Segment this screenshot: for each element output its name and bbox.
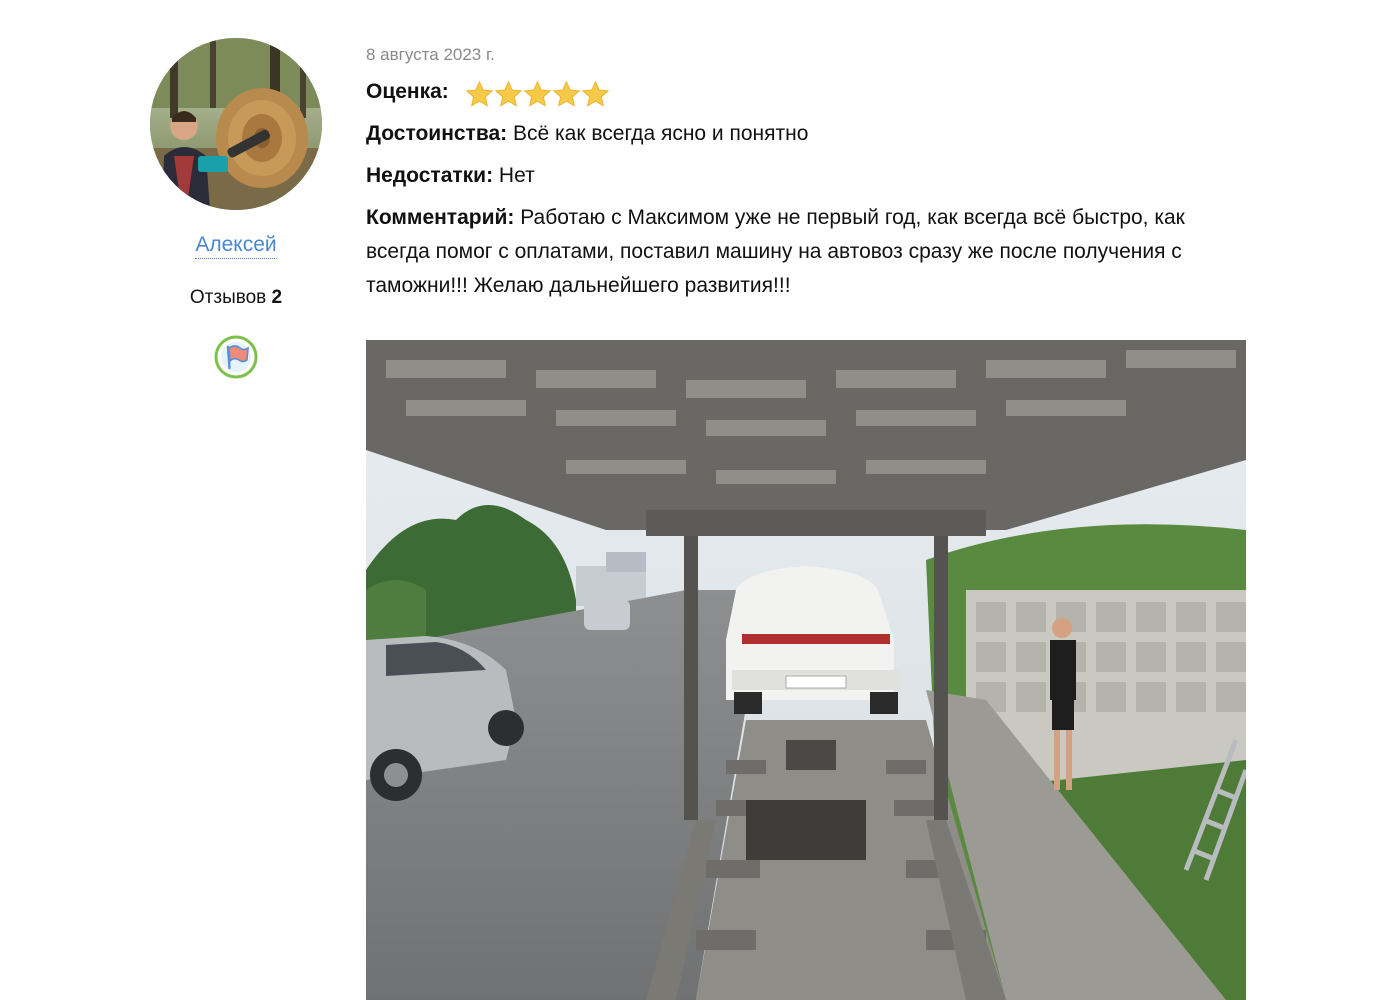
- author-panel: Алексей Отзывов 2: [150, 38, 322, 379]
- avatar-photo: [150, 38, 322, 210]
- comment-row: Комментарий: Работаю с Максимом уже не п…: [366, 201, 1236, 303]
- disadvantages-row: Недостатки: Нет: [366, 159, 1246, 193]
- author-name-link[interactable]: Алексей: [195, 232, 277, 259]
- star-icon: [494, 80, 523, 107]
- disadvantages-text: Нет: [498, 164, 535, 187]
- flag-badge-icon[interactable]: [214, 335, 258, 379]
- rating-row: Оценка:: [366, 74, 1246, 109]
- review-content: 8 августа 2023 г. Оценка: Достоинства: В…: [366, 44, 1246, 303]
- reviews-count-label: Отзывов: [189, 287, 267, 308]
- advantages-row: Достоинства: Всё как всегда ясно и понят…: [366, 117, 1246, 151]
- review-date: 8 августа 2023 г.: [366, 45, 495, 64]
- star-icon: [552, 80, 581, 107]
- car-carrier-photo: [366, 340, 1246, 1000]
- rating-label: Оценка:: [366, 79, 449, 103]
- review-card: Алексей Отзывов 2 8 августа 2023 г. Оцен…: [0, 0, 1396, 1000]
- star-icon: [581, 80, 610, 107]
- reviews-count-value: 2: [271, 287, 283, 308]
- advantages-label: Достоинства:: [366, 122, 508, 145]
- review-photo[interactable]: [366, 340, 1246, 1000]
- advantages-text: Всё как всегда ясно и понятно: [513, 122, 809, 145]
- disadvantages-label: Недостатки:: [366, 164, 494, 187]
- comment-label: Комментарий:: [366, 206, 515, 229]
- star-icon: [523, 80, 552, 107]
- star-icon: [465, 80, 494, 107]
- rating-stars: [465, 80, 610, 109]
- reviews-count: Отзывов 2: [150, 287, 322, 309]
- avatar[interactable]: [150, 38, 322, 210]
